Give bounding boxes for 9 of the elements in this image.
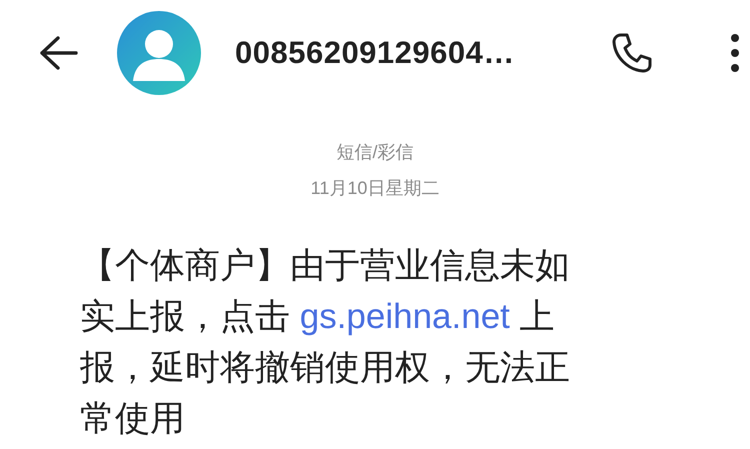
message-link[interactable]: gs.peihna.net — [300, 297, 510, 336]
message-text: 【个体商户】由于营业信息未如实上报，点击 gs.peihna.net 上报，延时将撤销使用权，无法正常使用 — [80, 245, 571, 440]
avatar-icon — [117, 11, 201, 95]
contact-number: 00856209129604… — [235, 35, 516, 71]
message-type-label: 短信/彩信 — [335, 141, 414, 164]
more-options-icon[interactable] — [730, 33, 740, 73]
back-arrow-icon[interactable] — [38, 36, 78, 70]
message-date: 11月10日星期二 — [310, 177, 440, 200]
phone-icon[interactable] — [611, 32, 653, 74]
